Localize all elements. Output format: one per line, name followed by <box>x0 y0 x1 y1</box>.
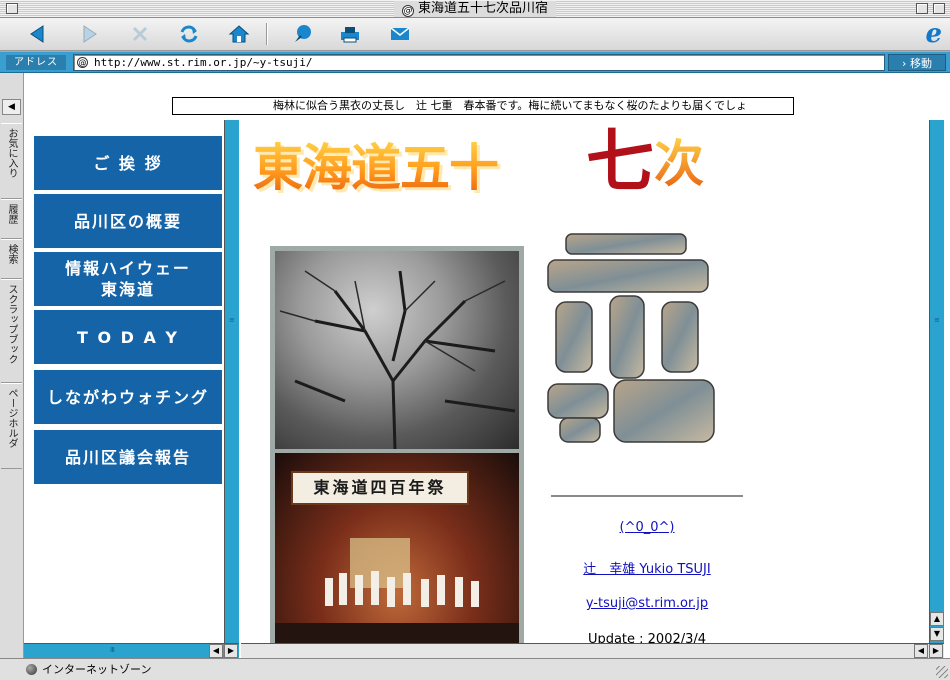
divider-line <box>551 495 743 497</box>
zoom-window-button[interactable] <box>916 3 928 14</box>
home-icon <box>228 25 250 43</box>
page-icon: @ <box>77 57 88 68</box>
print-icon <box>341 27 359 43</box>
scroll-grip: Ⅲ <box>110 646 115 654</box>
refresh-button[interactable] <box>175 22 203 46</box>
toolbar-separator <box>266 23 268 45</box>
cherry-tree-branches <box>279 270 516 449</box>
collapse-window-button[interactable] <box>933 3 945 14</box>
cherry-blossom-photo <box>275 251 519 449</box>
tab-page-holder[interactable]: ページホルダ <box>1 383 22 469</box>
scrolling-ticker: 梅林に似合う黒衣の丈長し 辻 七重 春本番です。梅に続いてまもなく桜のたよりも届… <box>172 97 794 115</box>
tab-scrapbook[interactable]: スクラップブック <box>1 279 22 383</box>
forward-arrow-icon <box>83 25 97 43</box>
back-button[interactable] <box>24 22 52 46</box>
scroll-grip: ≡ <box>934 316 940 324</box>
refresh-icon <box>180 25 198 43</box>
tab-search[interactable]: 検索 <box>1 239 22 279</box>
navigation-frame: ご 挨 拶 品川区の概要 情報ハイウェー 東海道 T O D A Y しながわウ… <box>24 120 239 658</box>
nav-highway-button[interactable]: 情報ハイウェー 東海道 <box>34 252 222 308</box>
forward-button[interactable] <box>75 22 103 46</box>
mail-button[interactable] <box>386 22 414 46</box>
author-link[interactable]: 辻 幸雄 Yukio TSUJI <box>541 558 753 577</box>
navigation-horizontal-scrollbar[interactable]: Ⅲ ◀ ▶ <box>24 643 239 658</box>
banner-title-seven: 七次 <box>586 128 704 199</box>
scroll-right-arrow[interactable]: ▶ <box>224 644 238 658</box>
stop-button[interactable] <box>126 22 154 46</box>
status-text: インターネットゾーン <box>42 663 152 676</box>
banner-seven-char: 七 <box>586 123 655 202</box>
toggle-explorer-bar-button[interactable]: ◀ <box>2 99 21 115</box>
edit-pen-icon <box>295 25 311 42</box>
banner-suffix-char: 次 <box>654 135 705 193</box>
email-link[interactable]: y-tsuji@st.rim.or.jp <box>541 596 753 611</box>
print-button[interactable] <box>336 22 364 46</box>
content-vertical-scrollbar[interactable]: ≡ ▲ ▼ <box>929 120 944 658</box>
banner-title: 東海道五十 <box>253 138 498 198</box>
window-title: @ 東海道五十七次品川宿 <box>0 1 950 17</box>
nav-today-button[interactable]: T O D A Y <box>34 310 222 366</box>
shinagawa-juku-logo <box>547 233 715 443</box>
tab-favorites[interactable]: お気に入り <box>1 123 22 199</box>
internet-zone-icon <box>26 664 37 675</box>
mail-icon <box>390 27 410 40</box>
go-button-label: 移動 <box>909 57 932 70</box>
resize-grip[interactable] <box>936 666 948 678</box>
content-frame: 東海道五十 東海道五十 七次 東海道四百年祭 <box>241 120 944 658</box>
scroll-down-arrow[interactable]: ▼ <box>930 627 944 641</box>
edit-button[interactable] <box>288 22 316 46</box>
nav-council-report-button[interactable]: 品川区議会報告 <box>34 430 222 486</box>
window-title-bar[interactable]: @ 東海道五十七次品川宿 <box>0 0 950 18</box>
go-button[interactable]: › 移動 <box>888 54 946 71</box>
festival-stage-photo: 東海道四百年祭 <box>275 453 519 653</box>
back-arrow-icon <box>30 25 44 43</box>
scroll-left-arrow[interactable]: ◀ <box>209 644 223 658</box>
explorer-side-tabs: ◀ お気に入り 履歴 検索 スクラップブック ページホルダ <box>0 73 24 658</box>
address-bar: アドレス http://www.st.rim.or.jp/~y-tsuji/ @… <box>0 51 950 73</box>
navigation-vertical-scrollbar[interactable]: ≡ <box>224 120 239 658</box>
photo-frame: 東海道四百年祭 <box>270 246 524 656</box>
stop-icon <box>132 26 148 42</box>
scroll-up-arrow[interactable]: ▲ <box>930 612 944 626</box>
browser-logo-icon: e <box>925 19 942 49</box>
smiley-link[interactable]: (^0_0^) <box>541 520 753 535</box>
address-input[interactable]: http://www.st.rim.or.jp/~y-tsuji/ <box>73 54 885 71</box>
nav-greeting-button[interactable]: ご 挨 拶 <box>34 136 222 192</box>
content-horizontal-scrollbar[interactable]: ◀ ▶ <box>241 643 944 658</box>
globe-page-icon: @ <box>401 5 414 17</box>
address-label: アドレス <box>6 55 66 70</box>
tab-history[interactable]: 履歴 <box>1 199 22 239</box>
status-bar: インターネットゾーン <box>0 658 950 680</box>
stage-dancers <box>275 538 519 653</box>
scroll-right-arrow[interactable]: ▶ <box>929 644 943 658</box>
browser-toolbar: e <box>0 18 950 51</box>
window-title-text: 東海道五十七次品川宿 <box>417 1 548 16</box>
scroll-grip: ≡ <box>229 316 235 324</box>
nav-watching-button[interactable]: しながわウォチング <box>34 370 222 426</box>
scroll-left-arrow[interactable]: ◀ <box>914 644 928 658</box>
nav-overview-button[interactable]: 品川区の概要 <box>34 194 222 250</box>
home-button[interactable] <box>225 22 253 46</box>
banner-title-prefix: 東海道五十 <box>253 139 498 197</box>
